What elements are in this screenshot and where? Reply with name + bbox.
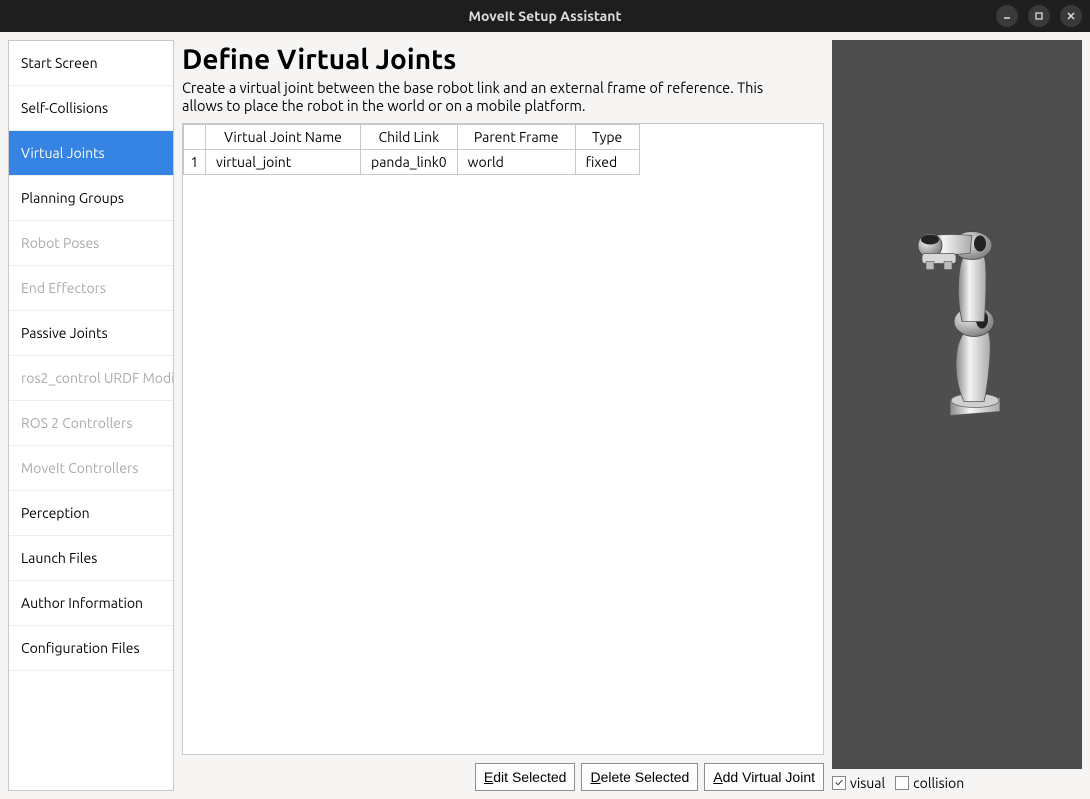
maximize-icon — [1034, 11, 1044, 21]
sidebar-item-label: ros2_control URDF Modifications — [21, 370, 173, 386]
viz-controls: ✓ visual collision — [832, 769, 1082, 791]
visual-checkbox-label[interactable]: ✓ visual — [832, 775, 885, 791]
cell-name[interactable]: virtual_joint — [206, 150, 361, 175]
close-button[interactable] — [1060, 5, 1082, 27]
button-row: Edit Selected Delete Selected Add Virtua… — [182, 763, 824, 791]
sidebar-item-perception[interactable]: Perception — [9, 491, 173, 536]
sidebar-item-label: ROS 2 Controllers — [21, 415, 132, 431]
col-header-name[interactable]: Virtual Joint Name — [206, 125, 361, 150]
sidebar-item-label: Author Information — [21, 595, 143, 611]
sidebar-item-label: Perception — [21, 505, 90, 521]
window-title: MoveIt Setup Assistant — [469, 8, 622, 24]
collision-checkbox-label[interactable]: collision — [895, 775, 964, 791]
sidebar-item-moveit-controllers: MoveIt Controllers — [9, 446, 173, 491]
main-panel: Define Virtual Joints Create a virtual j… — [182, 40, 824, 791]
delete-selected-button[interactable]: Delete Selected — [581, 763, 698, 791]
minimize-icon — [1002, 11, 1012, 21]
virtual-joints-table[interactable]: Virtual Joint Name Child Link Parent Fra… — [183, 124, 640, 175]
titlebar-controls — [996, 5, 1082, 27]
collision-checkbox[interactable] — [895, 776, 909, 790]
cell-parent-frame[interactable]: world — [457, 150, 575, 175]
collision-label-text: collision — [913, 775, 964, 791]
sidebar-item-start-screen[interactable]: Start Screen — [9, 41, 173, 86]
sidebar-item-label: Passive Joints — [21, 325, 108, 341]
sidebar-item-self-collisions[interactable]: Self-Collisions — [9, 86, 173, 131]
titlebar: MoveIt Setup Assistant — [0, 0, 1090, 32]
sidebar-item-label: End Effectors — [21, 280, 106, 296]
sidebar-item-ros2-controllers: ROS 2 Controllers — [9, 401, 173, 446]
right-panel: ✓ visual collision — [832, 40, 1082, 791]
sidebar-item-label: Launch Files — [21, 550, 97, 566]
cell-type[interactable]: fixed — [575, 150, 639, 175]
sidebar: Start Screen Self-Collisions Virtual Joi… — [8, 40, 174, 791]
add-virtual-joint-button[interactable]: Add Virtual Joint — [704, 763, 824, 791]
sidebar-item-label: Configuration Files — [21, 640, 140, 656]
page-description: Create a virtual joint between the base … — [182, 79, 782, 115]
col-header-child-link[interactable]: Child Link — [361, 125, 458, 150]
row-number: 1 — [184, 150, 206, 175]
sidebar-item-ros2-control-urdf: ros2_control URDF Modifications — [9, 356, 173, 401]
sidebar-item-label: Self-Collisions — [21, 100, 108, 116]
sidebar-item-end-effectors: End Effectors — [9, 266, 173, 311]
sidebar-item-label: Virtual Joints — [21, 145, 105, 161]
sidebar-item-launch-files[interactable]: Launch Files — [9, 536, 173, 581]
sidebar-item-passive-joints[interactable]: Passive Joints — [9, 311, 173, 356]
sidebar-item-label: Robot Poses — [21, 235, 99, 251]
sidebar-item-robot-poses: Robot Poses — [9, 221, 173, 266]
sidebar-item-label: MoveIt Controllers — [21, 460, 138, 476]
visual-label-text: visual — [850, 775, 885, 791]
edit-selected-button[interactable]: Edit Selected — [475, 763, 576, 791]
robot-visualization[interactable] — [832, 40, 1082, 769]
cell-child-link[interactable]: panda_link0 — [361, 150, 458, 175]
sidebar-item-planning-groups[interactable]: Planning Groups — [9, 176, 173, 221]
page-title: Define Virtual Joints — [182, 44, 824, 75]
sidebar-item-label: Planning Groups — [21, 190, 124, 206]
close-icon — [1066, 11, 1076, 21]
sidebar-item-author-information[interactable]: Author Information — [9, 581, 173, 626]
maximize-button[interactable] — [1028, 5, 1050, 27]
col-header-type[interactable]: Type — [575, 125, 639, 150]
app-body: Start Screen Self-Collisions Virtual Joi… — [0, 32, 1090, 799]
robot-arm-icon — [832, 40, 1082, 769]
sidebar-item-configuration-files[interactable]: Configuration Files — [9, 626, 173, 671]
virtual-joints-table-wrap: Virtual Joint Name Child Link Parent Fra… — [182, 123, 824, 755]
visual-checkbox[interactable]: ✓ — [832, 776, 846, 790]
table-row[interactable]: 1 virtual_joint panda_link0 world fixed — [184, 150, 640, 175]
col-header-parent-frame[interactable]: Parent Frame — [457, 125, 575, 150]
sidebar-item-virtual-joints[interactable]: Virtual Joints — [9, 131, 173, 176]
sidebar-item-label: Start Screen — [21, 55, 98, 71]
app-window: MoveIt Setup Assistant Start Screen Self… — [0, 0, 1090, 799]
minimize-button[interactable] — [996, 5, 1018, 27]
